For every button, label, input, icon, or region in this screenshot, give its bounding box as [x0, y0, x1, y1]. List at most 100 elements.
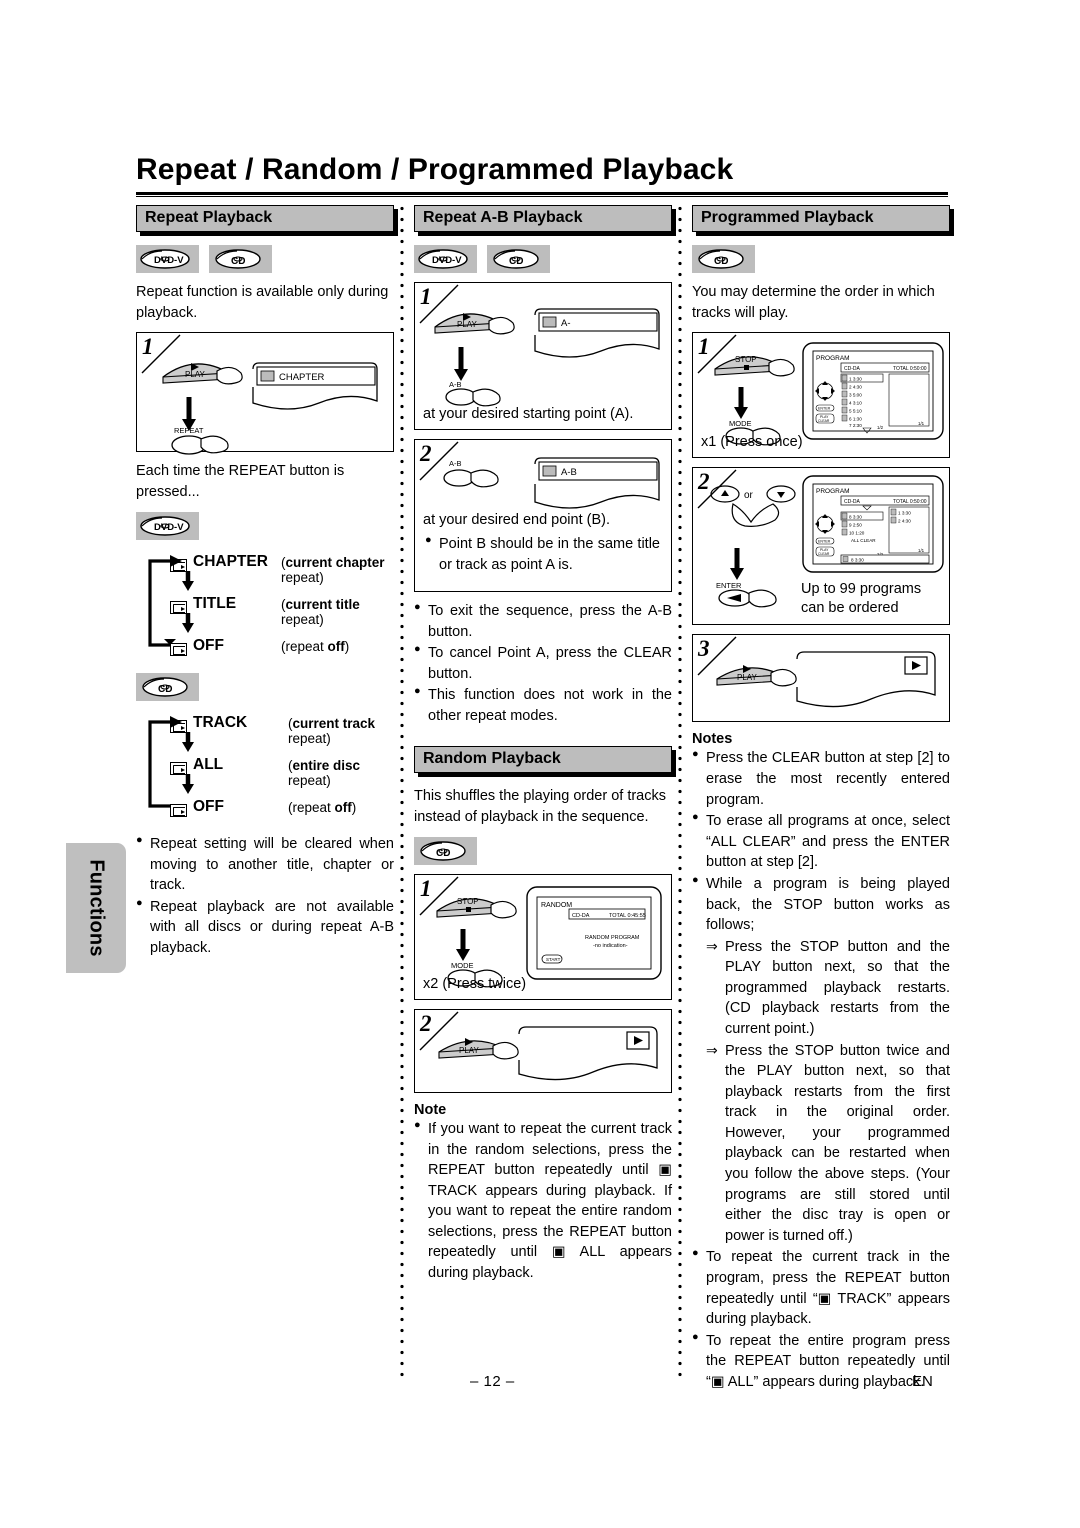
random-step-1-number: 1 [420, 875, 432, 901]
repeat-mode-icon [170, 642, 187, 656]
list-item: Point B should be in the same title or t… [425, 533, 660, 575]
list-item: To cancel Point A, press the CLEAR butto… [414, 642, 672, 684]
svg-text:DVD-V: DVD-V [154, 255, 184, 266]
cd-badge: CD [209, 245, 272, 273]
svg-text:10 1:20: 10 1:20 [849, 531, 865, 536]
column-programmed-playback: Programmed Playback CD You may determine… [692, 205, 950, 1393]
list-item: Repeat setting will be cleared when movi… [136, 833, 394, 896]
cd-mode-2-name: OFF [193, 797, 224, 815]
dvd-repeat-mode-flow: CHAPTER (current chapter repeat) TITLE (… [136, 545, 394, 663]
cd-mode-0-desc: (current track repeat) [288, 715, 376, 746]
footer-language-code: EN [912, 1373, 933, 1390]
programmed-step-2-box: 2 or ENTER PROGRAM CD-DA TOTAL 0:50:00 8… [692, 467, 950, 626]
cd-mode-1-desc: (entire disc repeat) [288, 757, 361, 788]
svg-text:CLEAR: CLEAR [818, 419, 830, 423]
svg-text:ENTER: ENTER [716, 581, 742, 590]
title-rule [136, 192, 948, 197]
section-heading-repeat-ab-label: Repeat A-B Playback [423, 209, 583, 226]
section-heading-random: Random Playback [414, 746, 672, 774]
repeat-ab-step-1-caption: at your desired starting point (A). [423, 406, 634, 422]
program2-osd-total: TOTAL 0:50:00 [893, 499, 927, 505]
random-osd-line1: RANDOM PROGRAM [585, 935, 640, 941]
svg-text:CD: CD [714, 256, 728, 267]
programmed-step-1-box: 1 STOP MODE PROGRAM CD-DA TOTAL 0:50:00 … [692, 332, 950, 459]
section-heading-repeat: Repeat Playback [136, 205, 394, 232]
repeat-mode-icon [170, 761, 187, 775]
repeat-ab-step-2-osd-text: A-B [561, 467, 577, 478]
svg-text:3 5:00: 3 5:00 [849, 393, 862, 398]
section-heading-programmed-label: Programmed Playback [701, 209, 874, 226]
svg-text:4 3:10: 4 3:10 [849, 401, 862, 406]
svg-text:DVD-V: DVD-V [154, 522, 184, 533]
dvd-mode-0-name: CHAPTER [193, 552, 268, 570]
random-step-2-box: 2 PLAY [414, 1008, 672, 1093]
program-osd-disc: CD-DA [844, 366, 860, 372]
list-item: This function does not work in the other… [414, 684, 672, 726]
repeat-after-step-text: Each time the REPEAT button is pressed..… [136, 463, 345, 501]
column-separator-1 [400, 203, 404, 1378]
programmed-step-3-number: 3 [698, 636, 710, 662]
random-step-1-caption: x2 (Press twice) [423, 975, 527, 992]
svg-text:REPEAT: REPEAT [174, 426, 204, 435]
repeat-ab-step-1-box: 1 PLAY A-B A- at your desired starting p… [414, 282, 672, 430]
svg-text:CD: CD [509, 256, 523, 267]
list-item: Press the CLEAR button at step [2] to er… [692, 747, 950, 810]
list-item: To erase all programs at once, select “A… [692, 810, 950, 873]
list-item: To exit the sequence, press the A-B butt… [414, 600, 672, 642]
repeat-step-1-box: 1 PLAY REPEAT CHAPTER [136, 332, 394, 456]
repeat-mode-icon [170, 803, 187, 817]
svg-text:CLEAR: CLEAR [818, 552, 830, 556]
programmed-notes-list: Press the CLEAR button at step [2] to er… [692, 747, 950, 935]
cd-mode-0-name: TRACK [193, 713, 248, 731]
page-title: Repeat / Random / Programmed Playback [136, 153, 734, 186]
section-heading-repeat-label: Repeat Playback [145, 209, 273, 226]
list-item: If you want to repeat the current track … [414, 1118, 672, 1284]
random-osd-line2: -no indication- [593, 943, 628, 949]
svg-text:CD: CD [231, 256, 245, 267]
repeat-ab-step-1-osd-text: A- [561, 318, 571, 329]
dvd-mode-0-desc: (current chapter repeat) [281, 554, 385, 585]
svg-text:DVD-V: DVD-V [432, 255, 462, 266]
programmed-sub-notes-list: Press the STOP button and the PLAY butto… [706, 937, 950, 1247]
section-heading-random-label: Random Playback [423, 750, 561, 768]
repeat-step-1-osd-text: CHAPTER [279, 372, 325, 383]
column-repeat-playback: Repeat Playback DVD-V CD Repeat function… [136, 205, 394, 959]
programmed-step-2-number: 2 [698, 469, 710, 495]
list-item: To repeat the current track in the progr… [692, 1246, 950, 1329]
list-item: Repeat playback are not available with a… [136, 896, 394, 959]
cd-badge: CD [487, 245, 550, 273]
program2-osd-selected: 8 3:30 [851, 558, 864, 563]
disc-badges-random: CD [414, 836, 672, 865]
dvd-mode-1-name: TITLE [193, 594, 237, 612]
cd-badge: CD [692, 245, 755, 273]
manual-page: Functions Repeat / Random / Programmed P… [0, 0, 1080, 1528]
repeat-ab-step-2-caption: at your desired end point (B). [423, 512, 610, 528]
cd-badge: CD [136, 672, 199, 701]
cd-repeat-mode-flow: TRACK (current track repeat) ALL (entire… [136, 706, 394, 824]
svg-text:2 4:30: 2 4:30 [898, 519, 911, 524]
programmed-intro-text: You may determine the order in which tra… [692, 284, 935, 321]
svg-text:PLAY: PLAY [185, 370, 206, 379]
random-osd-title: RANDOM [541, 902, 572, 909]
random-step-2-number: 2 [420, 1010, 432, 1036]
repeat-ab-step-1-number: 1 [420, 284, 432, 309]
programmed-step-3-box: 3 PLAY [692, 634, 950, 723]
program2-osd-disc: CD-DA [844, 499, 860, 505]
repeat-ab-step-2-note: Point B should be in the same title or t… [425, 533, 660, 576]
svg-text:or: or [744, 490, 754, 501]
dvd-mode-2-name: OFF [193, 636, 224, 654]
cd-mode-1-name: ALL [193, 755, 224, 773]
dvd-v-badge: DVD-V [136, 511, 199, 540]
svg-text:8 3:30: 8 3:30 [849, 515, 862, 520]
dvd-v-badge: DVD-V [136, 245, 199, 273]
program-osd-total: TOTAL 0:50:00 [893, 366, 927, 372]
svg-text:1 3:30: 1 3:30 [849, 377, 862, 382]
svg-text:A-B: A-B [449, 380, 462, 389]
svg-text:ENTER: ENTER [818, 540, 831, 544]
svg-text:CD: CD [158, 684, 172, 695]
program2-osd-all-clear: ALL CLEAR [851, 538, 876, 543]
programmed-step-1-number: 1 [698, 334, 710, 360]
dvd-modes-badge-row: DVD-V [136, 511, 394, 540]
repeat-ab-step-2-number: 2 [420, 441, 432, 466]
list-item: Press the STOP button twice and the PLAY… [706, 1041, 950, 1247]
